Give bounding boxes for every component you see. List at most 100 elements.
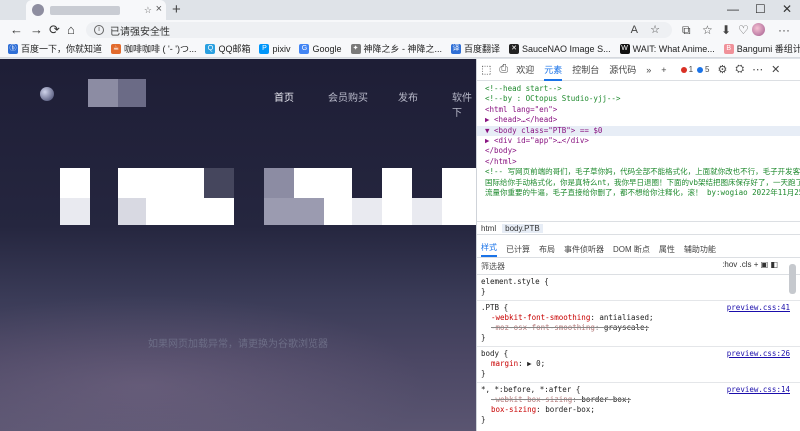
styles-filter-actions[interactable]: :hov .cls + ▣ ◧ <box>722 260 778 269</box>
devtools-tab-welcome[interactable]: 欢迎 <box>516 63 534 76</box>
css-source-link[interactable]: preview.css:14 <box>727 385 790 395</box>
bookmark-item[interactable]: BBangumi 番组计划 <box>723 42 800 55</box>
css-property-name: margin <box>491 359 519 368</box>
css-property-name: -webkit-font-smoothing <box>491 313 591 322</box>
new-tab-button[interactable]: + <box>172 1 181 18</box>
css-rule: body {preview.css:26 margin: ▶ 0;} <box>477 347 800 383</box>
styles-subtab[interactable]: 辅助功能 <box>684 244 716 255</box>
back-icon[interactable]: ← <box>10 22 23 37</box>
styles-subtab[interactable]: DOM 断点 <box>613 244 650 255</box>
styles-filter-bar: 筛选器 :hov .cls + ▣ ◧ <box>477 258 800 275</box>
dom-node-line[interactable]: <html lang="en"> <box>477 105 800 115</box>
css-rule-close: } <box>481 415 486 424</box>
styles-scrollbar[interactable] <box>789 264 796 294</box>
devtools-toolbar: ⬚ ⎙ 欢迎 元素 控制台 源代码 » + 1 5 ⚙ ⛭ ⋯ ✕ <box>477 59 800 81</box>
warning-count-badge[interactable]: 5 <box>697 65 709 74</box>
profile-avatar[interactable] <box>752 23 765 36</box>
devtools-menu-icon[interactable]: ⋯ <box>752 63 763 76</box>
dom-node-line[interactable]: </body> <box>477 146 800 156</box>
bookmark-label: 咖啡咖啡 ( '- ')つ... <box>124 44 197 54</box>
dom-node-line[interactable]: ▶ <div id="app">…</div> <box>477 136 800 146</box>
dom-comment-line[interactable]: 流量你重要的牛逼，毛子直接给你删了，都不想给你注释化，滚！ by:wogiao … <box>477 188 800 198</box>
css-selector[interactable]: element.style { <box>481 277 796 287</box>
bookmark-item[interactable]: Ppixiv <box>259 43 290 54</box>
device-emulation-icon[interactable]: ⎙ <box>499 63 508 76</box>
feedback-icon[interactable]: ⛭ <box>735 63 744 76</box>
dom-comment-line[interactable]: <!-- 写网页前端的哥们，毛子草你妈，代码全部不能格式化，上面就你改也不行，毛… <box>477 167 800 177</box>
bookmark-favicon-icon: B <box>723 43 734 54</box>
dom-comment-line[interactable]: 国际给你手动格式化，你是真特么nt，我你早日退圈！下面的vb架结把图床保存好了，… <box>477 178 800 188</box>
downloads-icon[interactable]: ⬇ <box>721 23 731 37</box>
address-row: ← → ⟳ ⌂ i 已请强安全性 A ☆ ⧉ ☆ ⬇ ♡ ··· <box>0 20 800 40</box>
styles-subtab[interactable]: 样式 <box>481 242 497 257</box>
css-declaration[interactable]: box-sizing: border-box; <box>481 405 796 415</box>
css-property-value: ▶ 0; <box>527 359 546 368</box>
settings-gear-icon[interactable]: ⚙ <box>717 63 727 76</box>
devtools-tab-elements[interactable]: 元素 <box>544 63 563 81</box>
site-logo[interactable] <box>40 87 54 101</box>
favorite-star-icon[interactable]: ☆ <box>650 22 660 38</box>
minimize-icon[interactable]: — <box>727 2 739 16</box>
devtools-tab-console[interactable]: 控制台 <box>572 63 599 76</box>
dom-node-line[interactable]: </html> <box>477 157 800 167</box>
maximize-icon[interactable]: ☐ <box>755 2 766 16</box>
favorites-icon[interactable]: ☆ <box>702 23 713 37</box>
error-count-badge[interactable]: 1 <box>680 65 693 74</box>
css-rule-close: } <box>481 333 486 342</box>
css-property-name: -moz-osx-font-smoothing <box>491 323 595 332</box>
forward-icon[interactable]: → <box>30 22 43 37</box>
devtools-close-icon[interactable]: ✕ <box>771 63 780 76</box>
tab-close-icon[interactable]: × <box>156 3 162 15</box>
css-declaration[interactable]: -webkit-box-sizing: border-box; <box>481 395 796 405</box>
home-icon[interactable]: ⌂ <box>67 22 75 37</box>
styles-subtab[interactable]: 布局 <box>539 244 555 255</box>
bookmark-item[interactable]: G Google <box>299 43 342 54</box>
bookmark-item[interactable]: ✦ 神降之乡 - 神降之... <box>350 42 442 55</box>
css-declaration[interactable]: -moz-osx-font-smoothing: grayscale; <box>481 323 796 333</box>
css-source-link[interactable]: preview.css:26 <box>727 349 790 359</box>
bookmark-item[interactable]: 译百度翻译 <box>451 42 500 55</box>
css-rule: .PTB {preview.css:41 -webkit-font-smoothi… <box>477 301 800 347</box>
split-screen-icon[interactable]: ⧉ <box>682 23 691 38</box>
close-window-icon[interactable]: ✕ <box>782 2 792 16</box>
breadcrumb: html body.PTB <box>477 221 800 235</box>
css-declaration[interactable]: margin: ▶ 0; <box>481 359 796 369</box>
collections-icon[interactable]: ♡ <box>738 23 749 37</box>
background-glow <box>0 279 476 431</box>
bookmark-item[interactable]: ☕ 咖啡咖啡 ( '- ')つ... <box>111 42 196 55</box>
bookmarks-bar: ⓑ 百度一下，你就知道 ☕ 咖啡咖啡 ( '- ')つ... Q QQ邮箱 Ppixiv G G… <box>0 40 800 58</box>
devtools-tab-sources[interactable]: 源代码 <box>609 63 636 76</box>
bookmark-item[interactable]: ✕ SauceNAO Image S... <box>509 43 611 54</box>
site-info-icon[interactable]: i <box>94 25 104 35</box>
read-aloud-icon[interactable]: A <box>631 22 638 38</box>
refresh-icon[interactable]: ⟳ <box>49 22 60 38</box>
crumb-html[interactable]: html <box>481 224 496 233</box>
add-tab-icon[interactable]: + <box>661 65 666 75</box>
css-source-link[interactable]: preview.css:41 <box>727 303 790 313</box>
dom-node-line[interactable]: ▶ <head>…</head> <box>477 115 800 125</box>
more-menu-icon[interactable]: ··· <box>778 23 790 37</box>
dom-node-line[interactable]: ▼ <body class="PTB"> == $0 <box>477 125 800 137</box>
inspect-element-icon[interactable]: ⬚ <box>481 63 491 76</box>
dom-comment-line[interactable]: <!--by : OCtopus Studio-yjj--> <box>477 94 800 104</box>
dom-comment-line[interactable]: <!--head start--> <box>477 84 800 94</box>
styles-subtab[interactable]: 已计算 <box>506 244 530 255</box>
bookmark-item[interactable]: W WAIT: What Anime... <box>619 43 715 54</box>
bookmark-favicon-icon: ✦ <box>350 43 361 54</box>
styles-subtab[interactable]: 事件侦听器 <box>564 244 604 255</box>
css-rule: element.style {} <box>477 275 800 301</box>
styles-filter-input[interactable]: 筛选器 <box>481 261 505 272</box>
site-nav-membership[interactable]: 会员购买 <box>328 89 368 104</box>
more-tabs-icon[interactable]: » <box>646 65 651 75</box>
site-nav-publish[interactable]: 发布 <box>398 89 418 104</box>
css-declaration[interactable]: -webkit-font-smoothing: antialiased; <box>481 313 796 323</box>
css-property-name: box-sizing <box>491 405 537 414</box>
bookmark-item[interactable]: Q QQ邮箱 <box>205 42 250 55</box>
crumb-body[interactable]: body.PTB <box>502 223 543 233</box>
bookmark-item[interactable]: ⓑ 百度一下，你就知道 <box>8 42 102 55</box>
styles-subtab[interactable]: 属性 <box>659 244 675 255</box>
browser-tab[interactable]: ☆ × <box>26 0 166 20</box>
site-nav-software[interactable]: 软件下 <box>452 89 476 119</box>
address-bar[interactable]: i 已请强安全性 A ☆ <box>86 22 672 38</box>
site-nav-home[interactable]: 首页 <box>274 89 294 104</box>
